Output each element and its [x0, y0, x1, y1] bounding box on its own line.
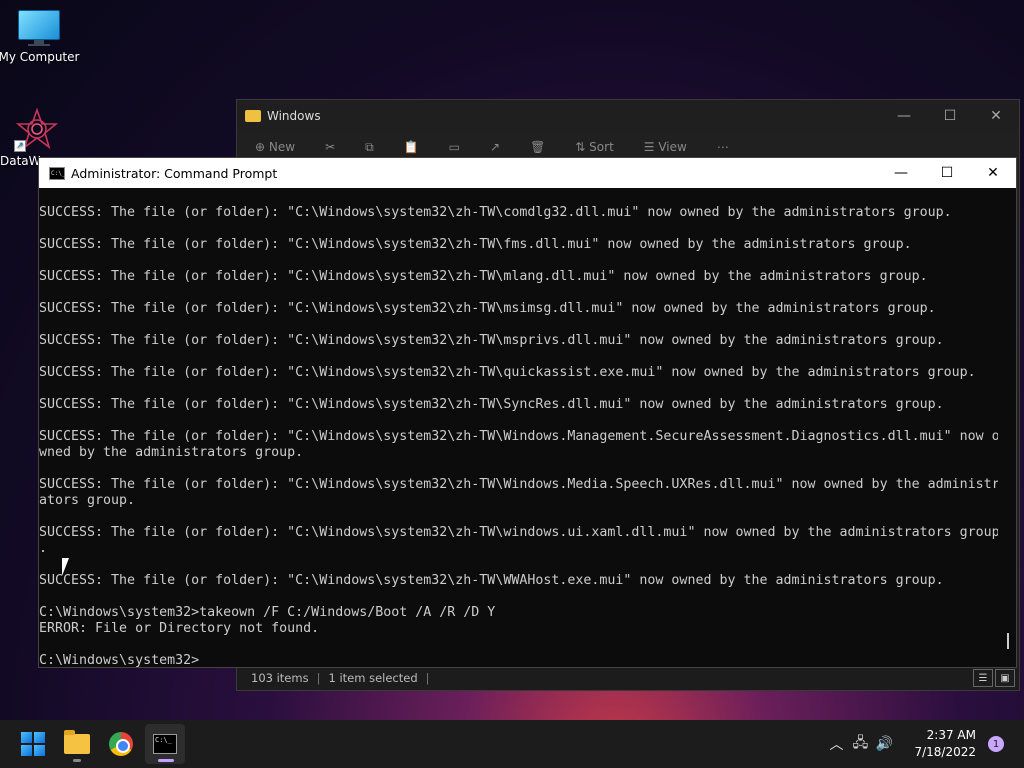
new-label: New [268, 140, 296, 154]
console-line: SUCCESS: The file (or folder): "C:\Windo… [39, 397, 944, 412]
start-button[interactable] [13, 724, 53, 764]
sort-button[interactable]: ⇅ Sort [575, 140, 613, 154]
more-icon[interactable]: ⋯ [717, 140, 729, 154]
taskbar-chrome[interactable] [101, 724, 141, 764]
console-line: SUCCESS: The file (or folder): "C:\Windo… [39, 301, 936, 316]
close-button[interactable]: ✕ [970, 158, 1016, 188]
active-indicator [158, 759, 174, 762]
console-line: SUCCESS: The file (or folder): "C:\Windo… [39, 365, 976, 380]
tiles-view-icon[interactable]: ▣ [995, 669, 1015, 687]
console-line: ERROR: File or Directory not found. [39, 621, 320, 636]
view-label: View [658, 140, 687, 154]
computer-icon [18, 10, 60, 46]
shortcut-arrow-icon: ↗ [14, 140, 26, 152]
status-divider: | [316, 671, 321, 685]
clock-time: 2:37 AM [926, 728, 976, 742]
paste-icon[interactable]: 📋 [404, 140, 419, 154]
desktop-icon-label: DataW [0, 154, 41, 168]
close-button[interactable]: ✕ [973, 100, 1019, 132]
sort-label: Sort [589, 140, 614, 154]
windows-logo-icon [21, 732, 45, 756]
cmd-icon: C:\_ [49, 166, 65, 180]
copy-icon[interactable]: ⧉ [365, 140, 374, 155]
console-line: SUCCESS: The file (or folder): "C:\Windo… [39, 573, 944, 588]
cmd-titlebar[interactable]: C:\_ Administrator: Command Prompt — ☐ ✕ [39, 158, 1016, 188]
file-explorer-icon [64, 730, 90, 754]
view-button[interactable]: ☰ View [644, 140, 687, 154]
folder-icon [245, 110, 261, 122]
status-divider: | [425, 671, 430, 685]
console-line: . [39, 541, 48, 556]
console-line: SUCCESS: The file (or folder): "C:\Windo… [39, 429, 998, 444]
console-line: SUCCESS: The file (or folder): "C:\Windo… [39, 477, 998, 492]
cut-icon[interactable]: ✂ [325, 140, 335, 154]
clock[interactable]: 2:37 AM 7/18/2022 [914, 727, 976, 761]
delete-icon[interactable]: 🗑 [530, 140, 545, 154]
rename-icon[interactable]: ▭ [449, 140, 460, 154]
clock-date: 7/18/2022 [914, 745, 976, 759]
explorer-statusbar: 103 items | 1 item selected | ☰ ▣ [237, 666, 1019, 690]
console-line: ators group. [39, 493, 136, 508]
mouse-cursor-icon [62, 558, 76, 576]
terminal-icon: C:\_ [153, 734, 177, 754]
explorer-title: Windows [267, 109, 321, 123]
running-indicator [73, 759, 81, 762]
network-icon[interactable]: 🖧 [848, 732, 872, 756]
console-line: C:\Windows\system32> [39, 653, 200, 667]
console-line: wned by the administrators group. [39, 445, 304, 460]
notification-badge[interactable]: 1 [988, 736, 1004, 752]
console-line: SUCCESS: The file (or folder): "C:\Windo… [39, 269, 928, 284]
item-count: 103 items [251, 671, 309, 685]
console-line: SUCCESS: The file (or folder): "C:\Windo… [39, 205, 952, 220]
maximize-button[interactable]: ☐ [924, 158, 970, 188]
desktop-icon-label: My Computer [0, 50, 80, 64]
taskbar-command-prompt[interactable]: C:\_ [145, 724, 185, 764]
cmd-title: Administrator: Command Prompt [71, 165, 278, 181]
explorer-titlebar[interactable]: Windows — ☐ ✕ [237, 100, 1019, 132]
console-line: SUCCESS: The file (or folder): "C:\Windo… [39, 333, 944, 348]
maximize-button[interactable]: ☐ [927, 100, 973, 132]
console-scrollbar[interactable] [998, 188, 1016, 667]
console-line: C:\Windows\system32>takeown /F C:/Window… [39, 605, 496, 620]
new-button[interactable]: ⊕ New [255, 140, 295, 154]
console-line: SUCCESS: The file (or folder): "C:\Windo… [39, 525, 998, 540]
volume-icon[interactable]: 🔊 [872, 732, 896, 756]
minimize-button[interactable]: — [881, 100, 927, 132]
console-line: SUCCESS: The file (or folder): "C:\Windo… [39, 237, 912, 252]
command-prompt-window[interactable]: C:\_ Administrator: Command Prompt — ☐ ✕… [38, 157, 1017, 668]
desktop-icon-my-computer[interactable]: My Computer [0, 10, 80, 64]
system-tray: ︿ 🖧 🔊 2:37 AM 7/18/2022 1 [824, 727, 1024, 761]
console-output[interactable]: SUCCESS: The file (or folder): "C:\Windo… [39, 188, 998, 667]
taskbar: C:\_ ︿ 🖧 🔊 2:37 AM 7/18/2022 1 [0, 720, 1024, 768]
chevron-up-icon[interactable]: ︿ [824, 732, 848, 756]
details-view-icon[interactable]: ☰ [973, 669, 993, 687]
desktop-icon-dataw[interactable]: ↗ DataW [0, 108, 58, 168]
share-icon[interactable]: ↗ [490, 140, 500, 154]
selected-count: 1 item selected [328, 671, 418, 685]
chrome-icon [109, 732, 133, 756]
taskbar-file-explorer[interactable] [57, 724, 97, 764]
scrollbar-thumb[interactable] [1007, 633, 1009, 649]
minimize-button[interactable]: — [878, 158, 924, 188]
